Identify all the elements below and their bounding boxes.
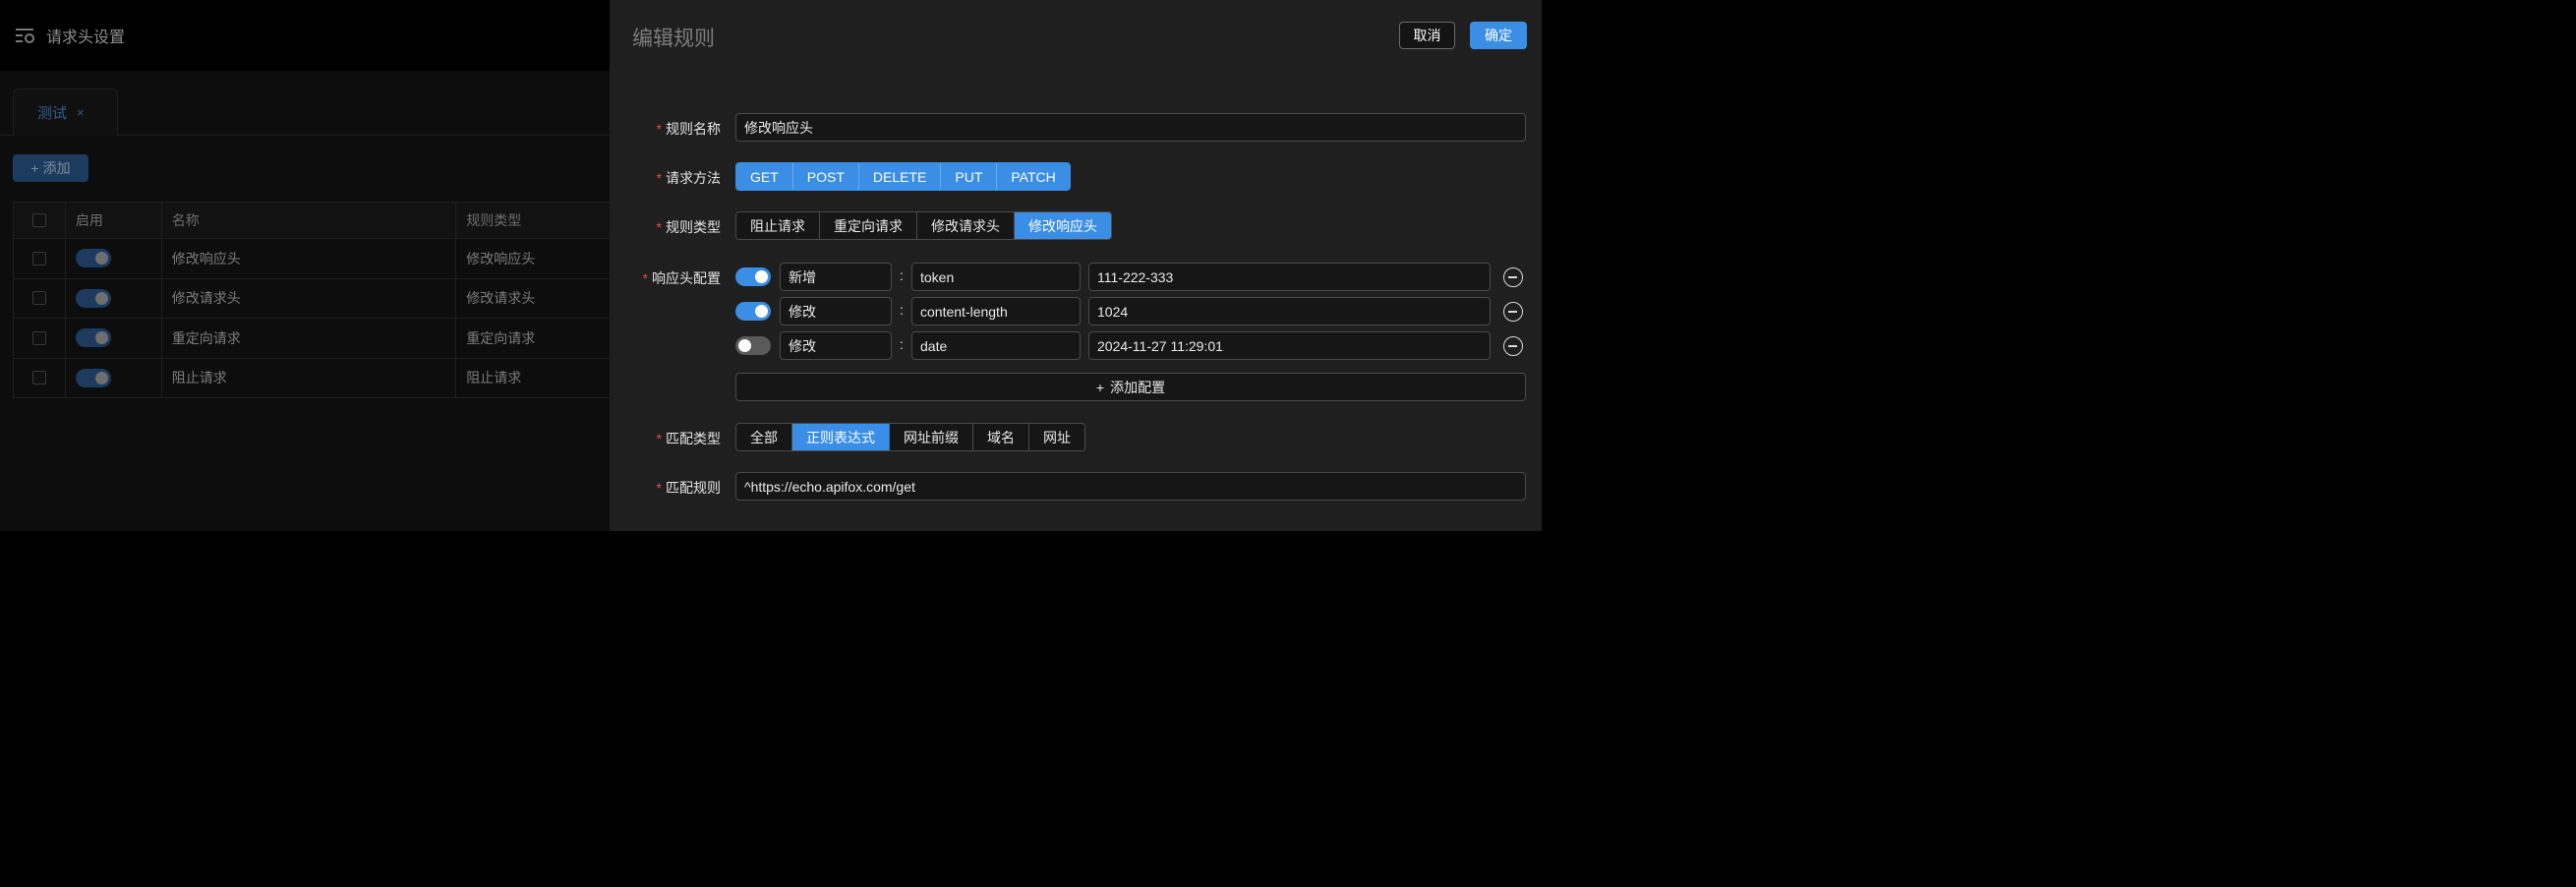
field-label: * 规则名称 [657, 119, 721, 139]
field-label: * 请求方法 [657, 168, 721, 188]
confirm-button[interactable]: 确定 [1470, 22, 1527, 49]
header-value-input[interactable]: 1024 [1088, 297, 1491, 325]
header-value-input[interactable]: 111-222-333 [1088, 263, 1491, 291]
remove-circle-icon[interactable] [1503, 267, 1523, 287]
field-label: * 规则类型 [657, 217, 721, 237]
header-key-input[interactable]: token [911, 263, 1081, 291]
edit-rule-drawer: 编辑规则 取消 确定 * 规则名称 修改响应头 * 请求方法 GET POST DE… [610, 0, 1542, 531]
operation-select[interactable]: 修改 [780, 331, 892, 360]
label-text: 规则类型 [666, 219, 721, 235]
field-label: * 匹配规则 [657, 478, 721, 498]
required-mark: * [656, 170, 662, 186]
field-label: * 匹配类型 [657, 429, 721, 448]
drawer-title: 编辑规则 [632, 28, 715, 50]
field-label: * 响应头配置 [643, 268, 721, 288]
separator: : [900, 267, 904, 283]
label-text: 请求方法 [666, 170, 721, 186]
separator: : [900, 302, 904, 318]
required-mark: * [642, 270, 648, 286]
label-text: 响应头配置 [652, 270, 721, 286]
rule-type-option-redirect[interactable]: 重定向请求 [820, 212, 917, 239]
rule-type-option-modify-request[interactable]: 修改请求头 [917, 212, 1015, 239]
required-mark: * [656, 480, 662, 496]
header-key-input[interactable]: content-length [911, 297, 1081, 325]
cancel-button[interactable]: 取消 [1399, 22, 1455, 49]
rule-type-selector: 阻止请求 重定向请求 修改请求头 修改响应头 [735, 211, 1112, 240]
header-value-input[interactable]: 2024-11-27 11:29:01 [1088, 331, 1491, 360]
enable-switch[interactable] [735, 302, 771, 321]
match-type-option-url-prefix[interactable]: 网址前缀 [890, 424, 973, 450]
match-rule-input[interactable]: ^https://echo.apifox.com/get [735, 472, 1526, 501]
match-type-selector: 全部 正则表达式 网址前缀 域名 网址 [735, 423, 1085, 451]
required-mark: * [656, 431, 662, 446]
header-key-input[interactable]: date [911, 331, 1081, 360]
operation-select[interactable]: 修改 [780, 297, 892, 325]
rule-type-option-block[interactable]: 阻止请求 [736, 212, 820, 239]
method-option-get[interactable]: GET [736, 163, 793, 190]
match-type-option-url[interactable]: 网址 [1029, 424, 1084, 450]
match-type-option-domain[interactable]: 域名 [973, 424, 1029, 450]
rule-type-option-modify-response[interactable]: 修改响应头 [1015, 212, 1111, 239]
plus-icon: + [1095, 379, 1105, 395]
match-type-option-all[interactable]: 全部 [736, 424, 792, 450]
label-text: 匹配类型 [666, 431, 721, 446]
method-selector: GET POST DELETE PUT PATCH [735, 162, 1071, 191]
enable-switch[interactable] [735, 336, 771, 355]
rule-name-input[interactable]: 修改响应头 [735, 113, 1526, 142]
remove-circle-icon[interactable] [1503, 302, 1523, 322]
required-mark: * [656, 121, 662, 137]
method-option-post[interactable]: POST [792, 163, 859, 190]
remove-circle-icon[interactable] [1503, 336, 1523, 356]
method-option-patch[interactable]: PATCH [997, 163, 1070, 190]
method-option-delete[interactable]: DELETE [858, 163, 942, 190]
required-mark: * [656, 219, 662, 235]
operation-select[interactable]: 新增 [780, 263, 892, 291]
separator: : [900, 336, 904, 352]
label-text: 规则名称 [666, 121, 721, 137]
label-text: 匹配规则 [666, 480, 721, 496]
add-config-button[interactable]: + 添加配置 [735, 373, 1526, 401]
method-option-put[interactable]: PUT [941, 163, 998, 190]
match-type-option-regex[interactable]: 正则表达式 [792, 424, 890, 450]
add-config-label: 添加配置 [1110, 379, 1166, 395]
enable-switch[interactable] [735, 267, 771, 286]
drawer-mask[interactable] [0, 0, 610, 531]
